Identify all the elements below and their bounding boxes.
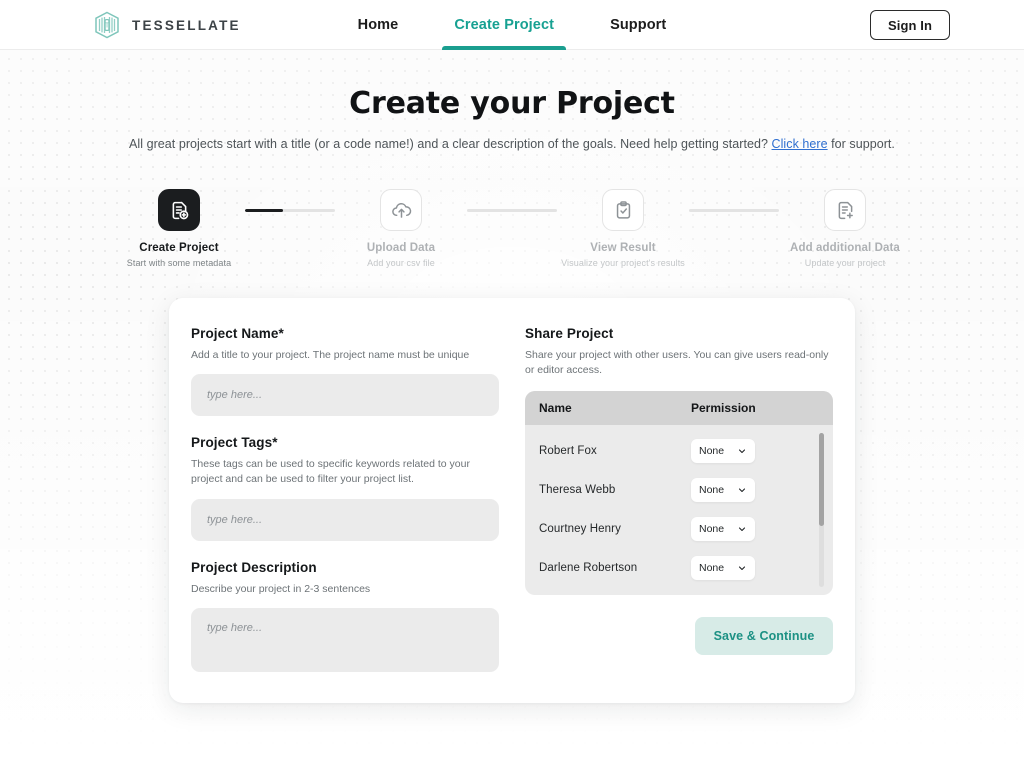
clipboard-check-icon — [616, 200, 630, 219]
permission-value: None — [699, 483, 725, 496]
user-name: Theresa Webb — [539, 483, 616, 496]
project-name-field-group: Project Name* Add a title to your projec… — [191, 326, 499, 417]
project-name-label: Project Name* — [191, 326, 284, 341]
nav-item-home[interactable]: Home — [354, 0, 403, 50]
nav-item-support[interactable]: Support — [606, 0, 670, 50]
page-body: Create your Project All great projects s… — [0, 50, 1024, 762]
step-connector-1 — [245, 189, 335, 231]
permission-dropdown-courtney-henry[interactable]: None — [691, 516, 755, 541]
permission-dropdown-robert-fox[interactable]: None — [691, 438, 755, 463]
permission-value: None — [699, 522, 725, 535]
table-row: Theresa Webb None — [525, 470, 833, 509]
chevron-down-icon — [738, 449, 746, 453]
permission-value: None — [699, 561, 725, 574]
support-link[interactable]: Click here — [772, 137, 828, 151]
step-connector-2 — [467, 189, 557, 231]
hero-section: Create your Project All great projects s… — [0, 50, 1024, 151]
sign-in-button[interactable]: Sign In — [870, 10, 950, 40]
step-view-result-desc: Visualize your project's results — [561, 258, 685, 268]
table-row: Courtney Henry None — [525, 509, 833, 548]
column-header-permission: Permission — [691, 401, 756, 416]
step-add-additional-data-icon-box — [824, 189, 866, 231]
project-description-label: Project Description — [191, 559, 317, 575]
chevron-down-icon — [738, 527, 746, 531]
document-plus-icon — [838, 201, 853, 219]
permission-dropdown-theresa-webb[interactable]: None — [691, 477, 755, 502]
step-view-result-label: View Result — [590, 242, 656, 254]
project-details-column: Project Name* Add a title to your projec… — [191, 326, 499, 677]
project-tags-field-group: Project Tags* These tags can be used to … — [191, 435, 499, 541]
step-view-result[interactable]: View Result Visualize your project's res… — [557, 189, 689, 268]
step-add-additional-data-label: Add additional Data — [790, 242, 900, 254]
subtitle-text-after: for support. — [827, 137, 895, 151]
share-table-scrollbar[interactable] — [819, 433, 824, 588]
site-header: T TESSELLATE Home Create Project Support… — [0, 0, 1024, 50]
page-subtitle: All great projects start with a title (o… — [0, 137, 1024, 151]
project-name-help: Add a title to your project. The project… — [191, 349, 470, 361]
step-add-additional-data[interactable]: Add additional Data Update your project — [779, 189, 911, 268]
progress-stepper: Create Project Start with some metadata … — [0, 189, 1024, 268]
share-project-help: Share your project with other users. You… — [525, 349, 829, 377]
step-create-project-desc: Start with some metadata — [126, 258, 232, 268]
project-tags-help: These tags can be used to specific keywo… — [191, 458, 470, 486]
project-name-input[interactable] — [191, 374, 499, 417]
user-name: Courtney Henry — [539, 522, 621, 535]
save-and-continue-button[interactable]: Save & Continue — [695, 617, 833, 656]
table-row: Robert Fox None — [525, 431, 833, 470]
table-row: Darlene Robertson None — [525, 548, 833, 587]
step-upload-data-icon-box — [380, 189, 422, 231]
card-actions: Save & Continue — [525, 617, 833, 656]
project-description-textarea[interactable] — [191, 607, 499, 672]
share-table-body: Robert Fox None Theresa Webb None Courtn… — [525, 425, 833, 595]
project-tags-input[interactable] — [191, 498, 499, 541]
user-name: Darlene Robertson — [539, 561, 638, 574]
permission-dropdown-darlene-robertson[interactable]: None — [691, 555, 755, 580]
column-header-name: Name — [539, 401, 572, 416]
share-project-column: Share Project Share your project with ot… — [525, 326, 833, 677]
step-connector-3 — [689, 189, 779, 231]
step-create-project[interactable]: Create Project Start with some metadata — [113, 189, 245, 268]
step-create-project-label: Create Project — [139, 242, 219, 254]
step-create-project-icon-box — [158, 189, 200, 231]
scrollbar-thumb[interactable] — [819, 433, 824, 526]
permission-value: None — [699, 444, 725, 457]
document-plus-icon — [172, 201, 188, 219]
step-upload-data-label: Upload Data — [366, 242, 436, 254]
share-table-header: Name Permission — [525, 391, 833, 426]
chevron-down-icon — [738, 566, 746, 570]
create-project-card: Project Name* Add a title to your projec… — [169, 298, 855, 703]
step-upload-data[interactable]: Upload Data Add your csv file — [335, 189, 467, 268]
step-add-additional-data-desc: Update your project — [804, 258, 886, 268]
nav-item-create-project[interactable]: Create Project — [442, 0, 566, 50]
share-project-title: Share Project — [525, 326, 614, 341]
cloud-upload-icon — [391, 202, 411, 218]
step-view-result-icon-box — [602, 189, 644, 231]
share-permissions-table: Name Permission Robert Fox None Theresa … — [525, 391, 833, 596]
page-title: Create your Project — [349, 86, 675, 121]
chevron-down-icon — [738, 488, 746, 492]
project-description-field-group: Project Description Describe your projec… — [191, 560, 499, 677]
project-tags-label: Project Tags* — [191, 435, 278, 451]
subtitle-text-before: All great projects start with a title (o… — [129, 137, 772, 151]
user-name: Robert Fox — [539, 444, 597, 457]
project-description-help: Describe your project in 2-3 sentences — [191, 582, 371, 595]
step-upload-data-desc: Add your csv file — [367, 258, 435, 268]
